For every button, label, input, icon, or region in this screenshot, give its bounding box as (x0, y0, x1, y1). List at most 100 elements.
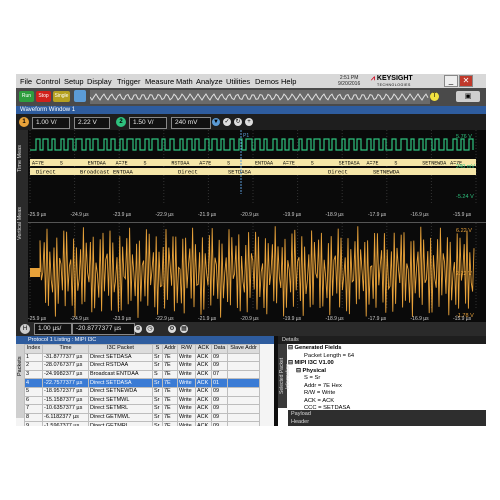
zoom-in-icon[interactable]: ⊕ (134, 325, 142, 333)
ch1-offset-field[interactable]: 2.22 V (74, 117, 110, 129)
horizontal-scale-field[interactable]: 1.00 µs/ (34, 323, 72, 335)
menu-display[interactable]: Display (87, 77, 112, 86)
table-row[interactable]: 5 -18.9572377 µs Direct SETNEWDA Sr 7E Write A… (24, 386, 260, 397)
settings-icon[interactable]: ⚙ (168, 325, 176, 333)
waveform-plot[interactable]: A=7E S ENTDAA A=7E S RSTDAA A=7E S ENTDAA A=7E S SE… (28, 130, 486, 322)
column-header[interactable]: I3C Packet (88, 344, 153, 354)
table-row[interactable]: 7 -10.6357377 µs Direct SETMRL Sr 7E Write ACK… (24, 404, 260, 414)
column-header[interactable]: ACK (195, 344, 212, 354)
details-tree[interactable]: ⊟ Generated Fields Packet Length = 64 ⊟ MI… (288, 345, 483, 420)
ch1-scale-field[interactable]: 1.00 V/ (32, 117, 70, 129)
column-header[interactable]: S (152, 344, 163, 354)
tree-node[interactable]: R/W = Write (288, 390, 483, 398)
payload-bar[interactable]: Payload (288, 410, 486, 418)
channel2-badge[interactable]: 2 (116, 117, 126, 127)
column-header[interactable]: R/W (177, 344, 196, 354)
add-channel-icon[interactable]: + (245, 118, 253, 126)
waveform-window-title: Waveform Window 1 (16, 106, 486, 114)
table-row[interactable]: 8 -6.1182377 µs Direct GETMWL Sr 7E Write ACK 0… (24, 412, 260, 423)
table-cell: 7E (162, 378, 178, 388)
time-tick-label: -18.9 µs (326, 212, 345, 218)
horizontal-position-field[interactable]: -20.8777377 µs (72, 323, 135, 335)
ch2-level-label: 240 mV (456, 164, 475, 170)
packet-table[interactable]: Index Time I3C Packet S Addr R/W ACK Data Slave … (24, 344, 260, 426)
menu-math[interactable]: Math (176, 77, 193, 86)
menu-trigger[interactable]: Trigger (117, 77, 140, 86)
table-row[interactable]: 1 -31.8777377 µs Direct SETDASA Sr 7E Write AC… (24, 352, 260, 363)
table-cell: -1.5967377 µs (42, 421, 89, 426)
channel1-badge[interactable]: 1 (19, 117, 29, 127)
table-cell: Broadcast ENTDAA (88, 369, 153, 380)
table-row[interactable]: 4 -22.7577377 µs Direct SETDASA Sr 7E Write AC… (24, 378, 260, 388)
details-title: Details (278, 336, 486, 344)
decode-label: A=7E (116, 161, 128, 167)
packet-info-side-tab[interactable]: Selected Packet Information (278, 344, 291, 408)
ch2-offset-field[interactable]: 240 mV (171, 117, 211, 129)
menu-demos[interactable]: Demos (255, 77, 279, 86)
tree-node[interactable]: Packet Length = 64 (288, 353, 483, 361)
tree-node[interactable]: ⊟ MIPI I3C V1.00 (288, 360, 483, 368)
ch2-scale-field[interactable]: 1.50 V/ (129, 117, 167, 129)
table-cell: 7E (162, 361, 178, 371)
tree-node[interactable]: ACK = ACK (288, 398, 483, 406)
vertical-meas-tab[interactable]: Vertical Meas (17, 188, 27, 258)
tree-node[interactable]: Addr = 7E Hex (288, 383, 483, 391)
brand-name: KEYSIGHT (376, 75, 413, 82)
menu-measure[interactable]: Measure (145, 77, 174, 86)
menu-control[interactable]: Control (36, 77, 60, 86)
menu-file[interactable]: File (20, 77, 32, 86)
decode-packet-label: Broadcast ENTDAA (80, 169, 134, 176)
table-cell: 09 (211, 404, 228, 414)
table-cell: 09 (211, 352, 228, 363)
single-button[interactable]: Single (53, 91, 70, 102)
table-row[interactable]: 2 -28.0767377 µs Direct RSTDAA Sr 7E Write ACK… (24, 361, 260, 371)
ch1-ground-marker[interactable] (30, 268, 40, 277)
menu-bar: File Control Setup Display Trigger Measu… (16, 74, 486, 88)
zoom-toggle-icon[interactable]: ▣ (456, 91, 480, 102)
grid-icon[interactable]: ▦ (180, 325, 188, 333)
marker-icon[interactable]: ▼ (212, 118, 220, 126)
time-tick-label: -17.9 µs (368, 212, 387, 218)
menu-analyze[interactable]: Analyze (196, 77, 223, 86)
close-button[interactable]: ✕ (459, 75, 473, 87)
menu-setup[interactable]: Setup (64, 77, 84, 86)
time-tick-label: -22.9 µs (156, 212, 175, 218)
column-header[interactable]: Slave Addr (227, 344, 260, 354)
minimize-button[interactable]: _ (444, 75, 458, 87)
run-button[interactable]: Run (19, 91, 34, 102)
packets-side-tab[interactable]: Packets (16, 344, 24, 418)
table-cell (227, 421, 260, 426)
column-header[interactable]: Index (24, 344, 43, 354)
table-cell: ACK (195, 412, 212, 423)
autoscale-icon[interactable] (74, 90, 86, 102)
horizontal-badge[interactable]: H (20, 324, 30, 334)
table-cell: 7E (162, 421, 178, 426)
table-cell: 4 (24, 378, 43, 388)
menu-help[interactable]: Help (281, 77, 296, 86)
tree-node[interactable]: S = Sr (288, 375, 483, 383)
time-meas-tab[interactable]: Time Meas (17, 134, 27, 184)
checkbox-icon[interactable]: ✓ (223, 118, 231, 126)
column-header[interactable]: Addr (162, 344, 178, 354)
column-header[interactable]: Data (211, 344, 228, 354)
table-row[interactable]: 6 -15.1587377 µs Direct SETMWL Sr 7E Write ACK… (24, 395, 260, 406)
table-cell: Write (177, 369, 196, 380)
header-bar[interactable]: Header (288, 418, 486, 426)
clock-icon[interactable]: ◷ (146, 325, 154, 333)
table-cell: Direct SETMRL (88, 404, 153, 414)
table-row[interactable]: 3 -24.9982377 µs Broadcast ENTDAA S 7E Write A… (24, 369, 260, 380)
menu-utilities[interactable]: Utilities (226, 77, 250, 86)
table-cell: 09 (211, 412, 228, 423)
table-cell (227, 361, 260, 371)
table-cell: -18.9572377 µs (42, 386, 89, 397)
tree-node[interactable]: ⊟ Physical (288, 368, 483, 376)
stop-button[interactable]: Stop (36, 91, 51, 102)
table-cell: Write (177, 386, 196, 397)
tree-node[interactable]: ⊟ Generated Fields (288, 345, 483, 353)
table-cell: ACK (195, 386, 212, 397)
refresh-icon[interactable]: ↻ (234, 118, 242, 126)
table-row[interactable]: 9 -1.5967377 µs Direct GETMRL Sr 7E Write ACK 0… (24, 421, 260, 426)
column-header[interactable]: Time (42, 344, 89, 354)
time-tick-label: -25.9 µs (28, 212, 47, 218)
ch2-bottom-label: -5.24 V (456, 194, 474, 200)
